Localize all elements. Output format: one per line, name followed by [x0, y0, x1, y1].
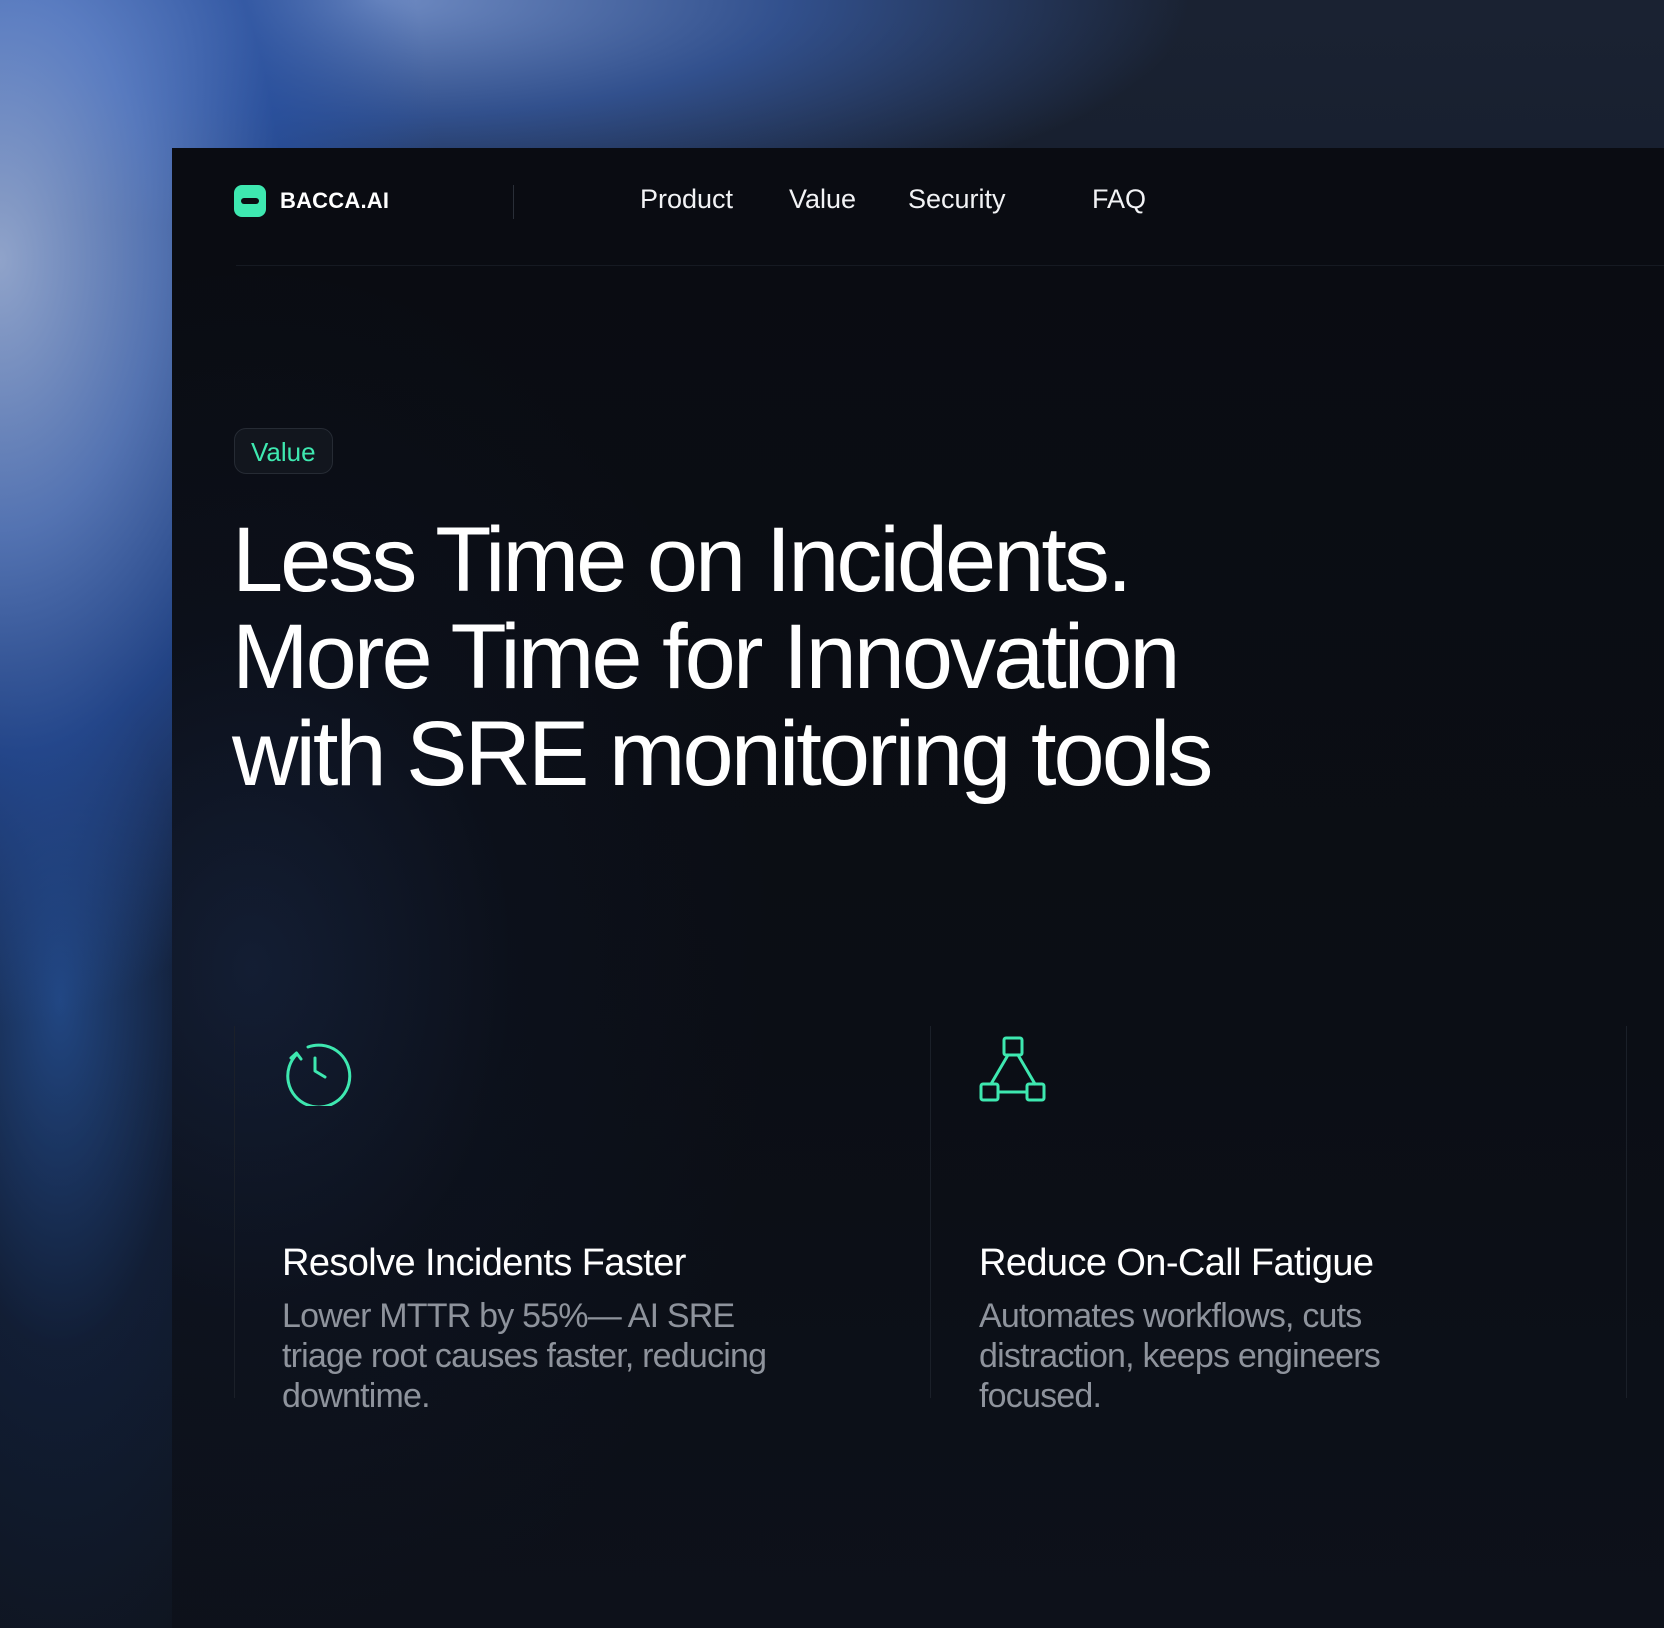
brand-name: BACCA.AI	[280, 188, 390, 213]
headline-line-1: Less Time on Incidents.	[232, 509, 1133, 611]
headline-line-2: More Time for Innovation	[232, 606, 1181, 708]
clock-rewind-icon	[286, 1043, 352, 1106]
brand-logo[interactable]: BACCA.AI	[234, 185, 389, 217]
feature-title: Resolve Incidents Faster	[282, 1242, 686, 1284]
feature-description: Lower MTTR by 55%— AI SRE triage root ca…	[282, 1297, 767, 1415]
feature-divider-middle	[930, 1026, 931, 1398]
nav-divider	[236, 265, 1664, 266]
logo-icon	[234, 185, 266, 217]
nav-link-security[interactable]: Security	[908, 184, 1006, 215]
nav-link-product[interactable]: Product	[640, 184, 733, 215]
hero-headline: Less Time on Incidents. More Time for In…	[232, 509, 1213, 805]
feature-title: Reduce On-Call Fatigue	[979, 1242, 1374, 1284]
feature-divider-left	[234, 1026, 235, 1398]
feature-divider-right	[1626, 1026, 1627, 1398]
section-badge: Value	[234, 428, 333, 474]
top-navigation: BACCA.AI Product Value Security FAQ	[172, 148, 1664, 266]
workflow-nodes-icon	[979, 1036, 1046, 1102]
website-window: BACCA.AI Product Value Security FAQ Valu…	[172, 148, 1664, 1628]
feature-description: Automates workflows, cuts distraction, k…	[979, 1297, 1381, 1415]
nav-link-value[interactable]: Value	[789, 184, 856, 215]
headline-line-3: with SRE monitoring tools	[232, 703, 1213, 805]
nav-link-faq[interactable]: FAQ	[1092, 184, 1146, 215]
nav-separator	[513, 185, 514, 219]
